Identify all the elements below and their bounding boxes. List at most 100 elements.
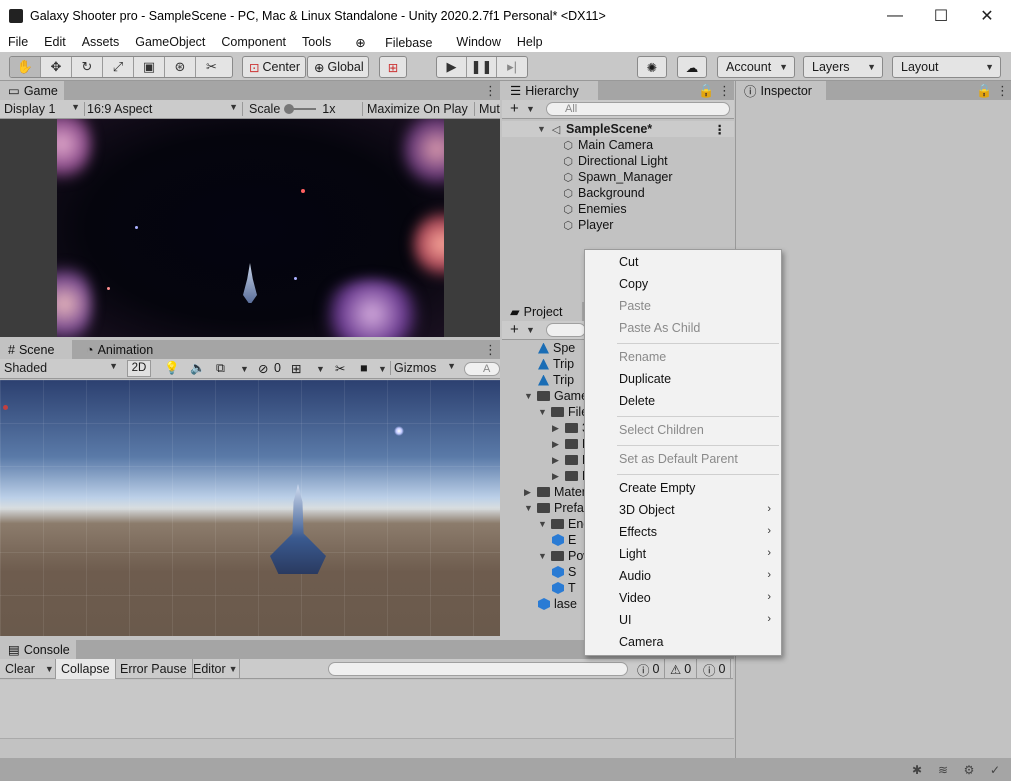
project-row[interactable]: ▼ Ene <box>538 516 584 532</box>
project-row[interactable]: ▼ Prefab <box>524 500 584 516</box>
menu-item-audio[interactable]: Audio <box>619 569 651 583</box>
play-icon[interactable]: ▶ <box>437 57 468 77</box>
collab-button[interactable]: ✺ <box>637 56 667 78</box>
collapse-toggle[interactable]: Collapse <box>56 659 116 679</box>
settings-icon[interactable]: ⚙ <box>962 763 976 777</box>
menu-item-effects[interactable]: Effects <box>619 525 657 539</box>
error-filter-toggle[interactable]: ⓘ 0 <box>698 659 732 679</box>
tab-project[interactable]: ▰ Project <box>502 302 582 321</box>
debug-icon[interactable]: ✱ <box>910 763 924 777</box>
tab-hierarchy[interactable]: ☰ Hierarchy <box>502 81 598 100</box>
chevron-down-icon[interactable]: ▼ <box>240 364 249 374</box>
hidden-objects-icon[interactable]: ⊘ <box>258 361 268 376</box>
project-row[interactable]: Trip <box>538 372 574 388</box>
more-options-icon[interactable]: ⋮ <box>718 83 731 99</box>
display-dropdown[interactable]: Display 1 ▼ <box>4 102 80 116</box>
move-tool-icon[interactable]: ✥ <box>41 57 72 77</box>
project-row[interactable]: ▶ Mater <box>524 484 584 500</box>
menu-item-copy[interactable]: Copy <box>619 277 648 291</box>
tab-scene[interactable]: # Scene <box>0 340 72 359</box>
menu-item-video[interactable]: Video <box>619 591 651 605</box>
2d-mode-toggle[interactable]: 2D <box>127 360 151 377</box>
lighting-icon[interactable]: 💡 <box>164 361 180 376</box>
hand-tool-icon[interactable]: ✋ <box>10 57 41 77</box>
audio-icon[interactable]: 🔈 <box>190 361 206 376</box>
hierarchy-item[interactable]: ⬡ Enemies <box>562 201 626 217</box>
tab-animation[interactable]: ◔ Animation <box>78 340 168 359</box>
maximize-on-play-toggle[interactable]: Maximize On Play <box>362 102 474 116</box>
lock-icon[interactable]: 🔒 <box>698 83 714 99</box>
more-options-icon[interactable]: ⋮ <box>484 342 497 358</box>
transform-tool-icon[interactable]: ⊛ <box>165 57 196 77</box>
scale-slider-track[interactable] <box>284 104 317 114</box>
project-row[interactable]: ▶E <box>552 436 584 452</box>
menu-edit[interactable]: Edit <box>36 35 74 49</box>
menu-item-camera[interactable]: Camera <box>619 635 663 649</box>
project-row[interactable]: ▶3 <box>552 420 584 436</box>
add-icon[interactable]: + <box>510 321 519 338</box>
menu-gameobject[interactable]: GameObject <box>127 35 213 49</box>
aspect-dropdown[interactable]: 16:9 Aspect ▼ <box>84 102 238 116</box>
chevron-down-icon[interactable]: ▼ <box>316 364 325 374</box>
menu-item-duplicate[interactable]: Duplicate <box>619 372 671 386</box>
tools-icon[interactable]: ✂ <box>335 361 345 376</box>
cloud-button[interactable]: ☁ <box>677 56 707 78</box>
hierarchy-item[interactable]: ⬡ Directional Light <box>562 153 667 169</box>
chevron-down-icon[interactable]: ▼ <box>526 325 535 335</box>
menu-item-ui[interactable]: UI <box>619 613 632 627</box>
menu-help[interactable]: Help <box>509 35 551 49</box>
minimize-button[interactable]: — <box>872 0 918 32</box>
camera-icon[interactable]: ■ <box>360 361 368 375</box>
expand-arrow-icon[interactable]: ▼ <box>524 503 533 513</box>
global-space-button[interactable]: ⊕ Global <box>307 56 369 78</box>
layers-dropdown[interactable]: Layers ▼ <box>803 56 883 78</box>
more-options-icon[interactable]: ⋮ <box>996 83 1009 99</box>
menu-item-light[interactable]: Light <box>619 547 646 561</box>
collapse-arrow-icon[interactable]: ▶ <box>552 471 561 482</box>
expand-arrow-icon[interactable]: ▼ <box>538 551 547 561</box>
rect-tool-icon[interactable]: ▣ <box>134 57 165 77</box>
collapse-arrow-icon[interactable]: ▶ <box>552 455 561 466</box>
project-row[interactable]: ▶P <box>552 468 584 484</box>
gizmos-dropdown[interactable]: Gizmos ▼ <box>390 361 456 375</box>
project-row[interactable]: T <box>552 580 576 596</box>
editor-dropdown[interactable]: Editor ▼ <box>188 659 240 679</box>
snap-button[interactable]: ⊞ <box>379 56 407 78</box>
expand-arrow-icon[interactable]: ▼ <box>537 124 546 134</box>
tab-game[interactable]: ▭ Game <box>0 81 64 100</box>
account-dropdown[interactable]: Account ▼ <box>717 56 795 78</box>
menu-window[interactable]: Window <box>448 35 508 49</box>
layout-dropdown[interactable]: Layout ▼ <box>892 56 1001 78</box>
project-row[interactable]: S <box>552 564 576 580</box>
menu-item-cut[interactable]: Cut <box>619 255 638 269</box>
chevron-down-icon[interactable]: ▼ <box>526 104 535 114</box>
shading-dropdown[interactable]: Shaded ▼ <box>4 361 118 375</box>
warning-filter-toggle[interactable]: ⚠ 0 <box>665 659 698 679</box>
tab-console[interactable]: ▤ Console <box>0 640 76 659</box>
project-row[interactable]: ▼ Pow <box>538 548 584 564</box>
menu-assets[interactable]: Assets <box>74 35 128 49</box>
menu-item-create-empty[interactable]: Create Empty <box>619 481 695 495</box>
scale-slider-thumb[interactable] <box>284 104 295 114</box>
custom-tool-icon[interactable]: ✂ <box>196 57 227 77</box>
menu-file[interactable]: File <box>0 35 36 49</box>
effects-icon[interactable]: ⧉ <box>216 361 225 376</box>
hierarchy-search-input[interactable]: All <box>546 102 730 116</box>
maximize-button[interactable]: ☐ <box>918 0 964 32</box>
project-row[interactable]: Spe <box>538 340 575 356</box>
lock-icon[interactable]: 🔒 <box>976 83 992 99</box>
chevron-down-icon[interactable]: ▼ <box>378 364 387 374</box>
project-row[interactable]: ▶P <box>552 452 584 468</box>
chevron-down-icon[interactable]: ▼ <box>45 664 54 674</box>
scene-search-input[interactable]: A <box>464 362 500 376</box>
game-viewport[interactable] <box>0 119 500 337</box>
project-row[interactable]: ▼ Game <box>524 388 584 404</box>
mute-audio-toggle[interactable]: Mut <box>474 102 500 116</box>
step-icon[interactable]: ▸| <box>497 57 527 77</box>
menu-item-3d-object[interactable]: 3D Object <box>619 503 675 517</box>
scene-root-row[interactable]: ▼ ◁ SampleScene* ⋮ <box>502 121 734 137</box>
close-button[interactable]: ✕ <box>964 0 1010 32</box>
expand-arrow-icon[interactable]: ▼ <box>538 519 547 529</box>
expand-arrow-icon[interactable]: ▼ <box>524 391 533 401</box>
project-search-input[interactable] <box>546 323 586 337</box>
